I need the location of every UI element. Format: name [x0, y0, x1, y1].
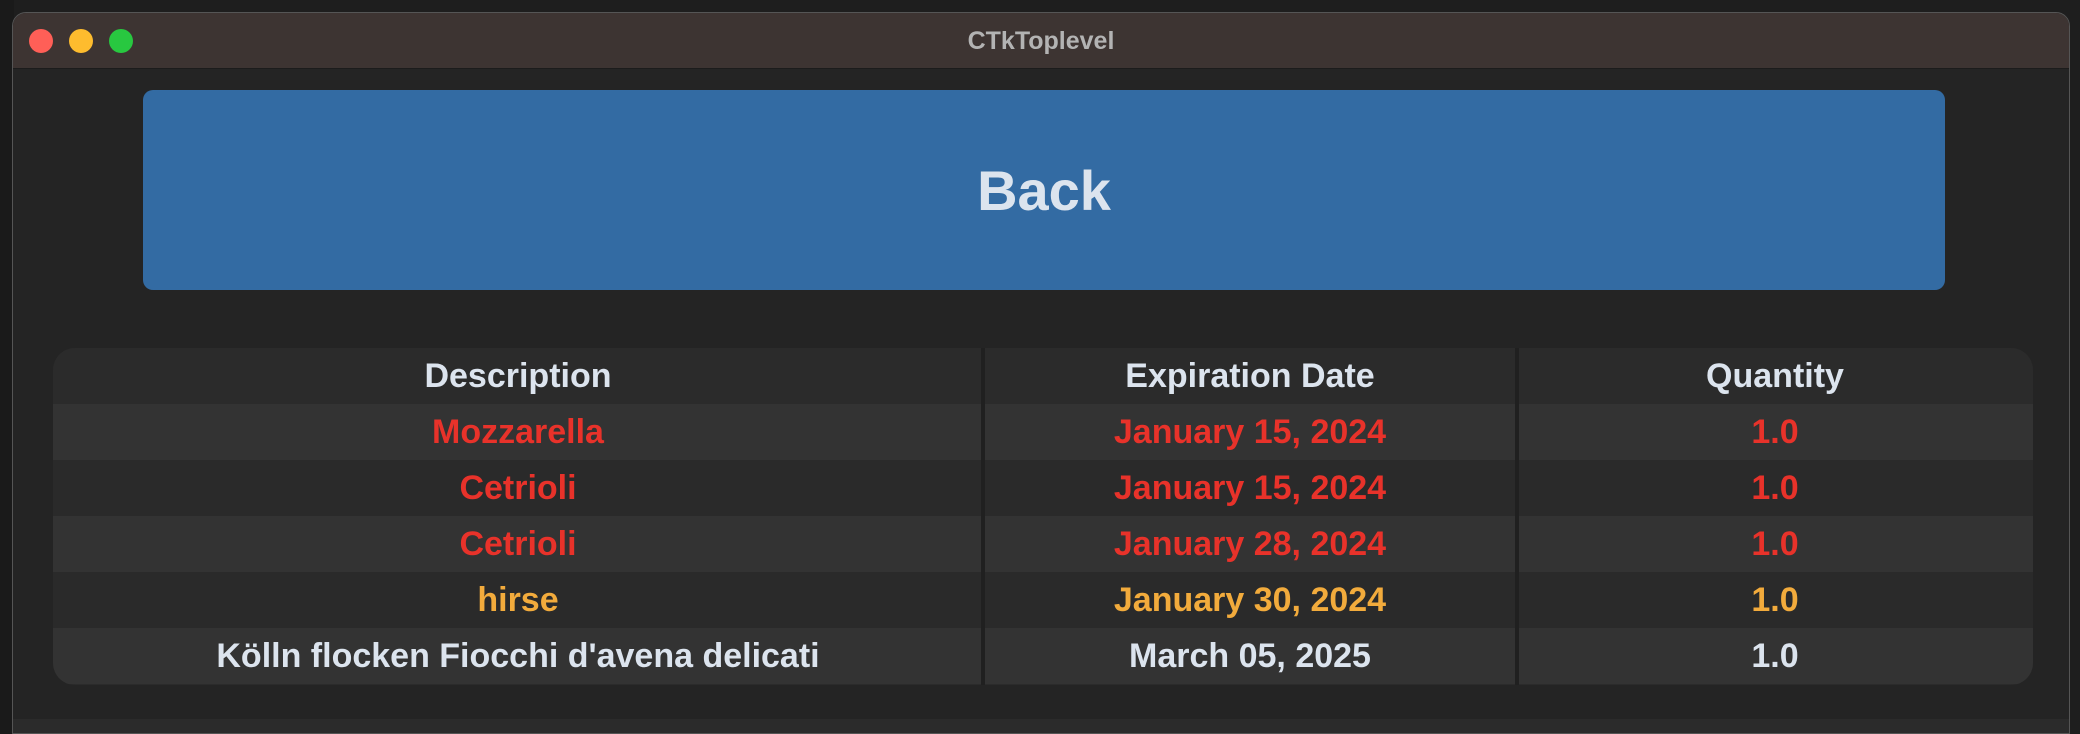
column-header-quantity: Quantity	[1706, 357, 1844, 395]
expiration-date-cell: March 05, 2025	[1129, 637, 1371, 675]
toplevel-window: CTkToplevel Back Description Expiration …	[12, 12, 2070, 734]
column-divider	[1515, 348, 1519, 685]
quantity-cell: 1.0	[1751, 581, 1799, 619]
quantity-cell: 1.0	[1751, 469, 1799, 507]
table-header-row: Description Expiration Date Quantity	[53, 348, 2033, 404]
quantity-cell: 1.0	[1751, 637, 1799, 675]
table-row[interactable]: Cetrioli January 15, 2024 1.0	[53, 460, 2033, 516]
column-header-description: Description	[424, 357, 612, 395]
bottom-strip	[13, 719, 2069, 733]
expiration-date-cell: January 30, 2024	[1113, 581, 1387, 619]
expiration-date-cell: January 28, 2024	[1113, 525, 1387, 563]
inventory-table: Description Expiration Date Quantity Moz…	[53, 348, 2033, 685]
description-cell: Mozzarella	[432, 413, 604, 451]
quantity-cell: 1.0	[1751, 525, 1799, 563]
table-row[interactable]: Kölln flocken Fiocchi d'avena delicati M…	[53, 628, 2033, 684]
window-title: CTkToplevel	[967, 27, 1115, 55]
description-cell: Kölln flocken Fiocchi d'avena delicati	[216, 637, 820, 675]
title-bar[interactable]: CTkToplevel	[13, 13, 2069, 69]
column-divider	[981, 348, 985, 685]
table-row[interactable]: Cetrioli January 28, 2024 1.0	[53, 516, 2033, 572]
quantity-cell: 1.0	[1751, 413, 1799, 451]
back-button[interactable]: Back	[143, 90, 1945, 290]
expiration-date-cell: January 15, 2024	[1113, 413, 1387, 451]
description-cell: Cetrioli	[459, 469, 577, 507]
table-row[interactable]: hirse January 30, 2024 1.0	[53, 572, 2033, 628]
table-row[interactable]: Mozzarella January 15, 2024 1.0	[53, 404, 2033, 460]
column-header-expiration-date: Expiration Date	[1125, 357, 1375, 395]
main-content: Back Description Expiration Date Quantit…	[13, 70, 2069, 733]
expiration-date-cell: January 15, 2024	[1113, 469, 1387, 507]
description-cell: hirse	[477, 581, 559, 619]
description-cell: Cetrioli	[459, 525, 577, 563]
